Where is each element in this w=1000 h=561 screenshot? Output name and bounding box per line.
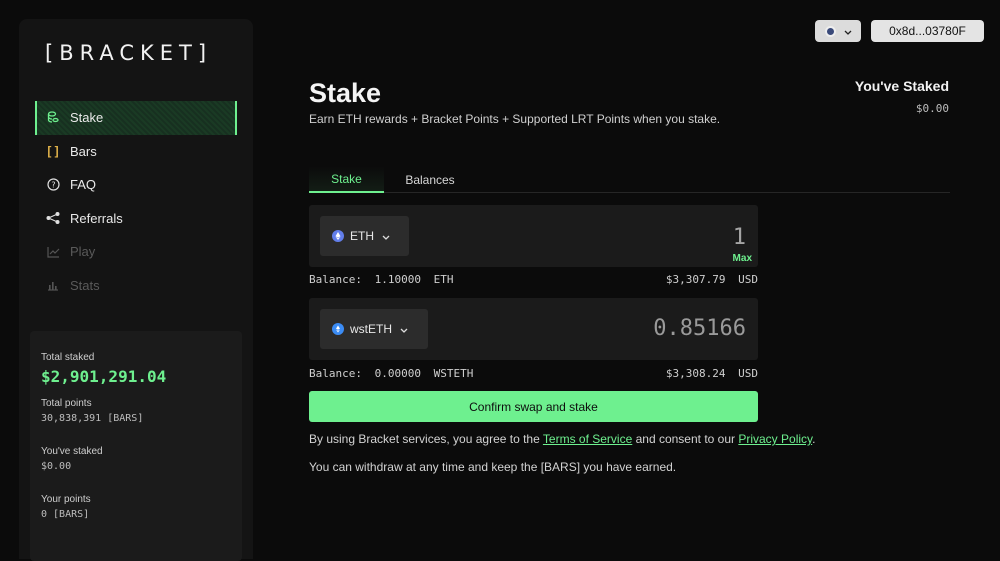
sidebar-item-referrals[interactable]: Referrals: [35, 202, 237, 236]
network-icon: [824, 25, 836, 37]
to-usd-value: $3,308.24: [665, 367, 726, 380]
confirm-swap-button[interactable]: Confirm swap and stake: [309, 391, 758, 422]
sidebar-item-label: Referrals: [70, 210, 123, 226]
tab-stake[interactable]: Stake: [309, 166, 384, 193]
total-points-label: Total points: [41, 398, 92, 409]
sidebar-item-label: Bars: [70, 143, 97, 159]
share-icon: [46, 211, 60, 225]
coins-icon: [46, 111, 60, 125]
to-token-box: wstETH 0.85166: [309, 298, 758, 360]
to-balance-label: Balance:: [309, 367, 362, 380]
chevron-down-icon: [382, 229, 390, 243]
to-balance: Balance: 0.00000 WSTETH: [309, 367, 473, 380]
from-usd-value: $3,307.79: [665, 273, 726, 286]
sidebar-item-stake[interactable]: Stake: [35, 101, 237, 135]
to-balance-value: 0.00000: [374, 367, 421, 380]
from-balance-label: Balance:: [309, 273, 362, 286]
your-points-value: 0 [BARS]: [41, 509, 90, 520]
you-staked-value: $0.00: [41, 461, 72, 472]
sidebar-item-label: Stats: [70, 277, 100, 293]
legal-suffix: .: [812, 432, 816, 446]
brackets-icon: [ ]: [47, 144, 59, 159]
sidebar-item-faq[interactable]: ? FAQ: [35, 168, 237, 202]
sidebar-item-label: Play: [70, 244, 96, 260]
to-token-symbol: wstETH: [350, 322, 392, 336]
sidebar-item-stats: Stats: [35, 269, 237, 303]
withdraw-note: You can withdraw at any time and keep th…: [309, 460, 677, 474]
sidebar-item-bars[interactable]: [ ] Bars: [35, 135, 237, 169]
wallet-button[interactable]: 0x8d...03780F: [871, 20, 984, 42]
sidebar-item-play: Play: [35, 235, 237, 269]
legal-prefix: By using Bracket services, you agree to …: [309, 432, 543, 446]
from-balance: Balance: 1.10000 ETH: [309, 273, 453, 286]
you-staked-title: You've Staked: [854, 78, 949, 94]
network-selector[interactable]: [815, 20, 861, 42]
total-staked-value: $2,901,291.04: [41, 367, 167, 386]
legal-notice: By using Bracket services, you agree to …: [309, 432, 815, 446]
chevron-down-icon: [400, 322, 408, 336]
sidebar-item-label: Stake: [70, 110, 104, 126]
your-points-label: Your points: [41, 494, 91, 505]
page-title: Stake: [309, 78, 382, 108]
to-balance-unit: WSTETH: [433, 367, 474, 380]
legal-middle: and consent to our: [632, 432, 739, 446]
from-balance-value: 1.10000: [374, 273, 421, 286]
wsteth-icon: [332, 323, 344, 335]
help-circle-icon: ?: [46, 178, 60, 192]
bracket-logo[interactable]: [BRACKET]: [45, 41, 212, 65]
total-points-value: 30,838,391 [BARS]: [41, 413, 144, 424]
eth-icon: [332, 230, 344, 242]
chart-line-icon: [46, 245, 60, 259]
from-token-selector[interactable]: ETH: [320, 216, 409, 256]
to-usd-unit: USD: [738, 367, 758, 380]
sidebar: [BRACKET] Stake [ ] Bars ? FAQ Referrals: [19, 19, 253, 561]
from-usd: $3,307.79 USD: [666, 273, 758, 286]
you-staked-label: You've staked: [41, 446, 103, 457]
to-amount: 0.85166: [653, 316, 746, 341]
from-balance-unit: ETH: [433, 273, 454, 286]
from-token-box: ETH Max: [309, 205, 758, 267]
from-usd-unit: USD: [738, 273, 758, 286]
page-subtitle: Earn ETH rewards + Bracket Points + Supp…: [309, 112, 721, 126]
from-amount[interactable]: [546, 225, 746, 250]
to-token-selector[interactable]: wstETH: [320, 309, 428, 349]
tab-balances[interactable]: Balances: [391, 166, 469, 193]
you-staked-amount: $0.00: [915, 102, 949, 115]
chevron-down-icon: [844, 22, 852, 40]
svg-text:?: ?: [51, 181, 55, 190]
max-button[interactable]: Max: [733, 253, 752, 264]
privacy-link[interactable]: Privacy Policy: [738, 432, 812, 446]
global-stats-card: Total staked $2,901,291.04 Total points …: [30, 331, 242, 561]
terms-link[interactable]: Terms of Service: [543, 432, 632, 446]
from-token-symbol: ETH: [350, 229, 374, 243]
from-balance-row: Balance: 1.10000 ETH $3,307.79 USD: [309, 273, 758, 286]
from-amount-input[interactable]: [546, 225, 746, 250]
sidebar-nav: Stake [ ] Bars ? FAQ Referrals Play Stat…: [35, 101, 237, 302]
total-staked-label: Total staked: [41, 352, 95, 363]
stake-tabs: Stake Balances: [309, 166, 950, 193]
to-balance-row: Balance: 0.00000 WSTETH $3,308.24 USD: [309, 367, 758, 380]
to-usd: $3,308.24 USD: [666, 367, 758, 380]
sidebar-item-label: FAQ: [70, 177, 97, 193]
bar-chart-icon: [46, 278, 60, 292]
